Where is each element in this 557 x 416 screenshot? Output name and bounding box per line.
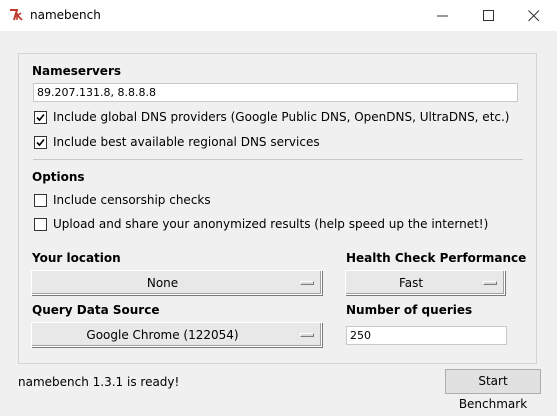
- maximize-icon: [483, 10, 494, 21]
- option-menu-indicator-icon: [483, 281, 497, 285]
- include-regional-label[interactable]: Include best available regional DNS serv…: [53, 135, 320, 149]
- option-menu-indicator-icon: [300, 333, 314, 337]
- checkmark-icon: [36, 113, 45, 122]
- maximize-button[interactable]: [466, 0, 512, 31]
- minimize-button[interactable]: [420, 0, 466, 31]
- health-check-heading: Health Check Performance: [346, 251, 527, 265]
- query-source-select[interactable]: Google Chrome (122054): [31, 322, 322, 347]
- censorship-label[interactable]: Include censorship checks: [53, 193, 211, 207]
- num-queries-input[interactable]: [346, 326, 507, 345]
- tk-feather-icon: [8, 7, 24, 23]
- section-divider: [33, 159, 523, 160]
- upload-results-checkbox[interactable]: [34, 218, 47, 231]
- health-check-select[interactable]: Fast: [345, 270, 505, 295]
- query-source-selected: Google Chrome (122054): [86, 328, 239, 342]
- location-select[interactable]: None: [31, 270, 322, 295]
- include-regional-checkbox[interactable]: [34, 136, 47, 149]
- nameservers-heading: Nameservers: [32, 64, 122, 78]
- main-panel: Nameservers Include global DNS providers…: [18, 53, 537, 364]
- window-title: namebench: [30, 8, 101, 22]
- title-bar: namebench: [0, 0, 557, 31]
- minimize-icon: [437, 15, 448, 17]
- nameservers-input[interactable]: [33, 83, 518, 102]
- query-source-heading: Query Data Source: [32, 303, 160, 317]
- censorship-checkbox[interactable]: [34, 194, 47, 207]
- checkmark-icon: [36, 138, 45, 147]
- status-text: namebench 1.3.1 is ready!: [18, 375, 180, 389]
- location-heading: Your location: [32, 251, 121, 265]
- option-menu-indicator-icon: [300, 281, 314, 285]
- health-check-selected: Fast: [398, 276, 424, 290]
- upload-results-label[interactable]: Upload and share your anonymized results…: [53, 217, 488, 231]
- location-selected: None: [146, 276, 179, 290]
- start-benchmark-button[interactable]: Start Benchmark: [445, 369, 541, 411]
- num-queries-heading: Number of queries: [346, 303, 473, 317]
- include-global-checkbox[interactable]: [34, 111, 47, 124]
- close-button[interactable]: [511, 0, 557, 31]
- close-icon: [528, 10, 540, 22]
- include-global-label[interactable]: Include global DNS providers (Google Pub…: [53, 110, 510, 124]
- options-heading: Options: [32, 170, 85, 184]
